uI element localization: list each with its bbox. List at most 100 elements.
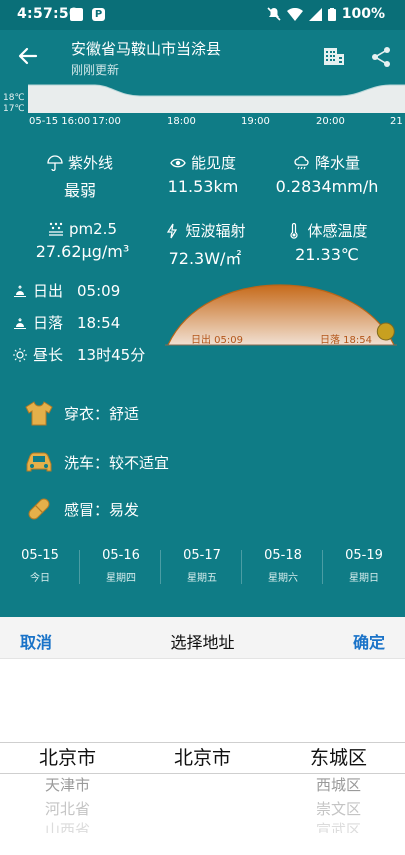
hour-tick: 19:00 (241, 116, 270, 127)
hour-tick: 18:00 (167, 116, 196, 127)
day-weekday: 星期六 (268, 573, 298, 584)
day-date: 05-16 (102, 548, 140, 563)
day-item[interactable]: 05-18 星期六 (243, 548, 323, 584)
metric-precipitation: 降水量 0.2834mm/h (262, 152, 392, 196)
sunrise-time: 05:09 (77, 281, 121, 300)
temp-axis-label-low: 17℃ (3, 104, 25, 114)
temp-axis-label-high: 18℃ (3, 93, 25, 103)
metric-label: 降水量 (314, 154, 360, 172)
day-item[interactable]: 05-16 星期四 (81, 548, 161, 584)
tip-text: 穿衣：舒适 (64, 404, 140, 423)
district-option[interactable]: 宣武区 (286, 821, 391, 833)
metric-label: pm2.5 (69, 220, 117, 238)
update-status: 刚刚更新 (71, 63, 120, 77)
city-wheel[interactable]: 北京市 (150, 743, 255, 773)
thermometer-icon (290, 222, 299, 239)
day-date: 05-17 (183, 548, 221, 563)
day-item[interactable]: 05-17 星期五 (162, 548, 242, 584)
metric-value: 0.2834mm/h (275, 177, 379, 196)
metric-label: 能见度 (190, 154, 236, 172)
day-weekday: 星期日 (349, 573, 379, 584)
daily-forecast: 05-15 今日 05-16 星期四 05-17 星期五 05-18 星期六 05-19… (0, 548, 405, 593)
province-option[interactable]: 天津市 (15, 773, 120, 797)
pill-icon (28, 498, 50, 520)
location-title: 安徽省马鞍山市当涂县 (71, 40, 222, 58)
daylength-row: 昼长 13时45分 (13, 344, 145, 365)
day-divider (322, 550, 323, 584)
sun-position-marker (376, 322, 395, 341)
battery-icon (327, 7, 336, 21)
day-divider (160, 550, 161, 584)
sun-curve-set-label: 日落 18:54 (320, 334, 372, 346)
province-wheel[interactable]: 北京市 天津市 河北省 山西省 (15, 743, 120, 833)
picker-toolbar: 取消 选择地址 确定 (0, 617, 405, 659)
mute-icon (267, 7, 281, 21)
sun-curve-rise-label: 日出 05:09 (191, 333, 243, 346)
confirm-button[interactable]: 确定 (353, 629, 385, 653)
address-picker-sheet: 取消 选择地址 确定 北京市 天津市 河北省 山西省 北京市 东城区 西城区 崇… (0, 617, 405, 855)
signal-icon (308, 7, 322, 21)
day-divider (79, 550, 80, 584)
tip-carwash: 洗车：较不适宜 (24, 447, 169, 477)
metric-value: 11.53km (167, 177, 239, 196)
district-option[interactable]: 西城区 (286, 773, 391, 797)
sun-icon (13, 347, 27, 362)
metric-uv: 紫外线 最弱 (25, 152, 135, 201)
day-item[interactable]: 05-15 今日 (0, 548, 80, 584)
metric-label: 紫外线 (67, 154, 113, 172)
province-option[interactable]: 山西省 (15, 821, 120, 833)
day-date: 05-19 (345, 548, 383, 563)
city-list-icon[interactable] (323, 46, 345, 66)
app-header: 安徽省马鞍山市当涂县 刚刚更新 (0, 30, 405, 82)
hourly-temperature-chart[interactable]: 18℃ 17℃ 05-15 16:00 17:00 18:00 19:00 20… (0, 82, 405, 130)
wifi-icon (286, 7, 303, 21)
battery-percent: 100% (341, 6, 385, 22)
hourly-temperature-area (28, 84, 405, 113)
share-icon[interactable] (370, 46, 392, 68)
status-icons: 100% (267, 6, 385, 22)
back-arrow-icon[interactable] (16, 44, 40, 68)
dust-icon (49, 222, 63, 236)
tip-clothing: 穿衣：舒适 (24, 398, 139, 428)
shortwave-icon (167, 223, 178, 238)
metric-value: 最弱 (63, 181, 96, 200)
umbrella-icon (47, 154, 63, 171)
day-date: 05-18 (264, 548, 302, 563)
metric-feels-like: 体感温度 21.33℃ (262, 220, 392, 264)
status-bar: 4:57:50 P 100% (0, 0, 405, 30)
picker-title: 选择地址 (170, 633, 235, 652)
sunrise-label: 日出 (33, 282, 64, 300)
parking-notification-icon: P (92, 8, 105, 21)
shirt-icon (25, 401, 53, 426)
district-selected: 东城区 (309, 747, 367, 769)
daylength-label: 昼长 (33, 346, 64, 364)
day-weekday: 星期五 (187, 573, 217, 584)
sunset-row: 日落 18:54 (13, 312, 120, 333)
daylength-value: 13时45分 (77, 346, 146, 364)
day-date: 05-15 (21, 548, 59, 563)
metric-value: 21.33℃ (295, 245, 359, 264)
district-wheel[interactable]: 东城区 西城区 崇文区 宣武区 (286, 743, 391, 833)
hour-tick: 17:00 (92, 116, 121, 127)
hour-tick: 21 (390, 116, 403, 127)
eye-icon (170, 158, 186, 167)
district-option[interactable]: 崇文区 (286, 797, 391, 821)
image-notification-icon (70, 8, 83, 21)
metric-value: 72.3W/㎡ (168, 249, 242, 268)
sunset-label: 日落 (33, 314, 64, 332)
day-item[interactable]: 05-19 星期日 (324, 548, 404, 584)
metric-pm25: pm2.5 27.62μg/m³ (20, 220, 145, 261)
city-selected: 北京市 (173, 747, 231, 769)
hour-tick: 05-15 16:00 (29, 116, 91, 127)
tip-text: 洗车：较不适宜 (64, 453, 170, 472)
sunset-time: 18:54 (77, 313, 121, 332)
metric-shortwave: 短波辐射 72.3W/㎡ (145, 220, 265, 269)
day-weekday: 星期四 (106, 573, 136, 584)
sun-path-chart: 日出 05:09 日落 18:54 (165, 284, 397, 346)
metric-label: 短波辐射 (185, 222, 246, 240)
metric-label: 体感温度 (307, 222, 368, 240)
sunrise-row: 日出 05:09 (13, 280, 120, 301)
cloud-rain-icon (294, 155, 309, 169)
province-option[interactable]: 河北省 (15, 797, 120, 821)
day-divider (241, 550, 242, 584)
